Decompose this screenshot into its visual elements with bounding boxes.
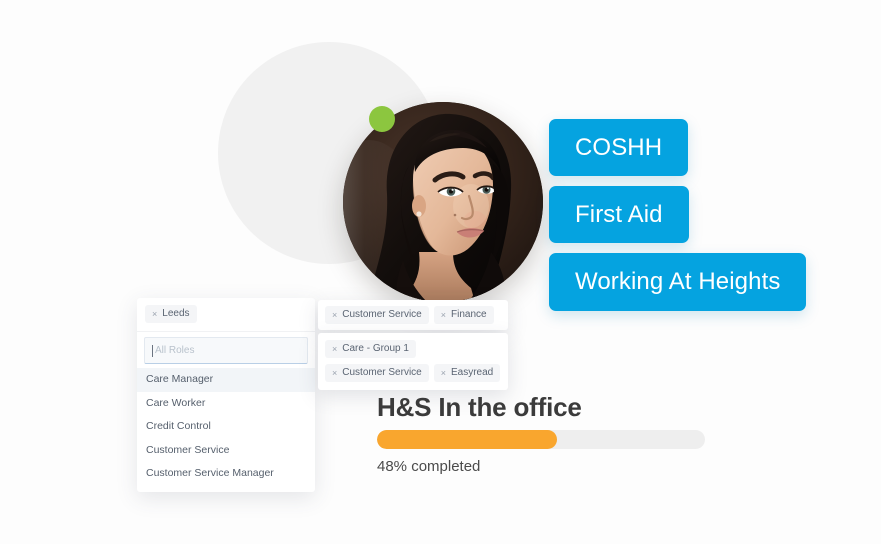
remove-icon[interactable]: ×: [332, 344, 337, 354]
role-option-customer-service[interactable]: Customer Service: [137, 439, 315, 463]
course-pill-label: First Aid: [575, 200, 663, 228]
text-caret: [152, 344, 153, 357]
chip-leeds[interactable]: × Leeds: [145, 305, 197, 323]
role-option-care-worker[interactable]: Care Worker: [137, 392, 315, 416]
role-option-label: Customer Service Manager: [146, 467, 274, 480]
progress-bar-track: [377, 430, 705, 449]
selected-locations: × Leeds: [137, 298, 315, 332]
course-progress-title: H&S In the office: [377, 392, 582, 422]
remove-icon[interactable]: ×: [152, 309, 157, 319]
avatar: [343, 102, 543, 302]
remove-icon[interactable]: ×: [332, 368, 337, 378]
chip-finance[interactable]: × Finance: [433, 306, 494, 324]
portrait-container: [343, 102, 543, 302]
role-option-label: Care Worker: [146, 396, 206, 409]
role-input-placeholder: All Roles: [155, 345, 195, 356]
role-option-label: Care Manager: [146, 373, 214, 385]
course-pill-label: COSHH: [575, 133, 663, 161]
course-pill-working-at-heights[interactable]: Working At Heights: [549, 253, 807, 311]
course-pill-first-aid[interactable]: First Aid: [549, 186, 689, 243]
group-tags-card: × Care - Group 1 × Customer Service × Ea…: [318, 333, 508, 390]
location-role-selector: × Leeds All Roles Care Manager Care Work…: [137, 298, 315, 492]
chip-label: Customer Service: [342, 367, 422, 378]
chip-label: Finance: [451, 309, 487, 320]
role-input[interactable]: All Roles: [144, 337, 308, 364]
hero-stage: COSHH First Aid Working At Heights × Lee…: [0, 0, 881, 544]
role-option-care-manager[interactable]: Care Manager: [137, 368, 315, 392]
online-status-dot: [369, 106, 395, 132]
chip-label: Easyread: [451, 367, 494, 378]
chip-label: Care - Group 1: [342, 343, 409, 354]
chip-label: Customer Service: [342, 309, 422, 320]
course-pill-coshh[interactable]: COSHH: [549, 119, 689, 176]
chip-customer-service[interactable]: × Customer Service: [325, 306, 429, 324]
chip-easyread[interactable]: × Easyread: [433, 364, 501, 382]
chip-care-group-1[interactable]: × Care - Group 1: [325, 340, 416, 358]
role-option-credit-control[interactable]: Credit Control: [137, 415, 315, 439]
role-option-label: Customer Service: [146, 443, 230, 456]
role-option-customer-service-manager[interactable]: Customer Service Manager: [137, 462, 315, 486]
progress-bar-fill: [377, 430, 558, 449]
remove-icon[interactable]: ×: [441, 368, 446, 378]
chip-label: Leeds: [162, 308, 190, 319]
course-pill-label: Working At Heights: [575, 268, 781, 295]
remove-icon[interactable]: ×: [441, 310, 446, 320]
remove-icon[interactable]: ×: [332, 310, 337, 320]
role-option-label: Credit Control: [146, 420, 211, 433]
chip-customer-service-group[interactable]: × Customer Service: [325, 364, 429, 382]
progress-status-label: 48% completed: [377, 458, 481, 475]
role-options-list: Care Manager Care Worker Credit Control …: [137, 364, 315, 492]
department-tags-card: × Customer Service × Finance: [318, 300, 508, 330]
